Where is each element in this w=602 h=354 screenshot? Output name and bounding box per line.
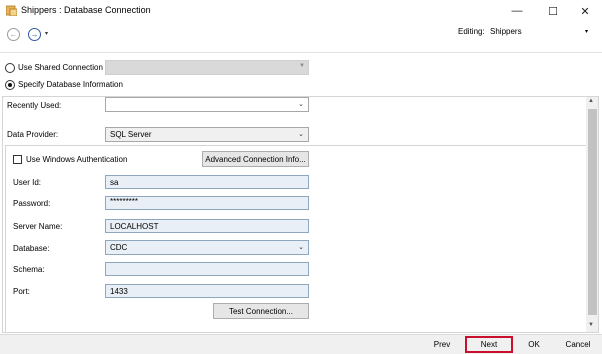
data-provider-select[interactable]: SQL Server ⌄: [105, 127, 309, 142]
recently-used-select[interactable]: ⌄: [105, 97, 309, 112]
chevron-down-icon[interactable]: ▾: [585, 28, 588, 35]
schema-input[interactable]: [105, 262, 309, 276]
editing-select[interactable]: Shippers: [490, 27, 522, 36]
password-input[interactable]: *********: [105, 196, 309, 210]
window-title: Shippers : Database Connection: [21, 5, 151, 15]
forward-arrow-icon[interactable]: →: [28, 28, 41, 41]
editing-label: Editing:: [458, 27, 485, 36]
specify-database-radio[interactable]: [5, 80, 15, 90]
ok-button[interactable]: OK: [515, 336, 553, 353]
database-label: Database:: [13, 244, 50, 253]
advanced-connection-button[interactable]: Advanced Connection Info...: [202, 151, 309, 167]
windows-auth-checkbox[interactable]: [13, 155, 22, 164]
data-provider-label: Data Provider:: [7, 130, 59, 139]
schema-label: Schema:: [13, 265, 45, 274]
scroll-down-icon[interactable]: ▼: [588, 322, 594, 328]
back-arrow-icon[interactable]: ←: [7, 28, 20, 41]
app-icon: [6, 5, 17, 16]
recently-used-label: Recently Used:: [7, 101, 62, 110]
cancel-button[interactable]: Cancel: [556, 336, 600, 353]
use-shared-connection-label: Use Shared Connection: [18, 63, 103, 72]
password-label: Password:: [13, 199, 51, 208]
divider: [0, 52, 602, 53]
user-id-label: User Id:: [13, 178, 42, 187]
minimize-button[interactable]: —: [500, 0, 534, 22]
port-label: Port:: [13, 287, 30, 296]
server-name-input[interactable]: LOCALHOST: [105, 219, 309, 233]
use-shared-connection-radio[interactable]: [5, 63, 15, 73]
shared-connection-select: ▼: [105, 60, 309, 75]
chevron-down-icon: ⌄: [298, 244, 304, 251]
server-name-label: Server Name:: [13, 222, 63, 231]
chevron-down-icon: ⌄: [298, 101, 304, 108]
next-button[interactable]: Next: [465, 336, 513, 353]
nav-dropdown-icon[interactable]: ▾: [45, 30, 48, 37]
user-id-input[interactable]: sa: [105, 175, 309, 189]
chevron-down-icon: ▼: [299, 63, 305, 69]
scrollbar-thumb[interactable]: [588, 109, 597, 315]
specify-database-label: Specify Database Information: [18, 80, 123, 89]
port-input[interactable]: 1433: [105, 284, 309, 298]
prev-button[interactable]: Prev: [420, 336, 464, 353]
scroll-up-icon[interactable]: ▲: [588, 98, 594, 104]
database-select[interactable]: CDC ⌄: [105, 240, 309, 255]
maximize-button[interactable]: ☐: [536, 0, 570, 22]
windows-auth-label: Use Windows Authentication: [26, 155, 128, 164]
test-connection-button[interactable]: Test Connection...: [213, 303, 309, 319]
chevron-down-icon: ⌄: [298, 131, 304, 138]
close-button[interactable]: ✕: [568, 0, 602, 22]
